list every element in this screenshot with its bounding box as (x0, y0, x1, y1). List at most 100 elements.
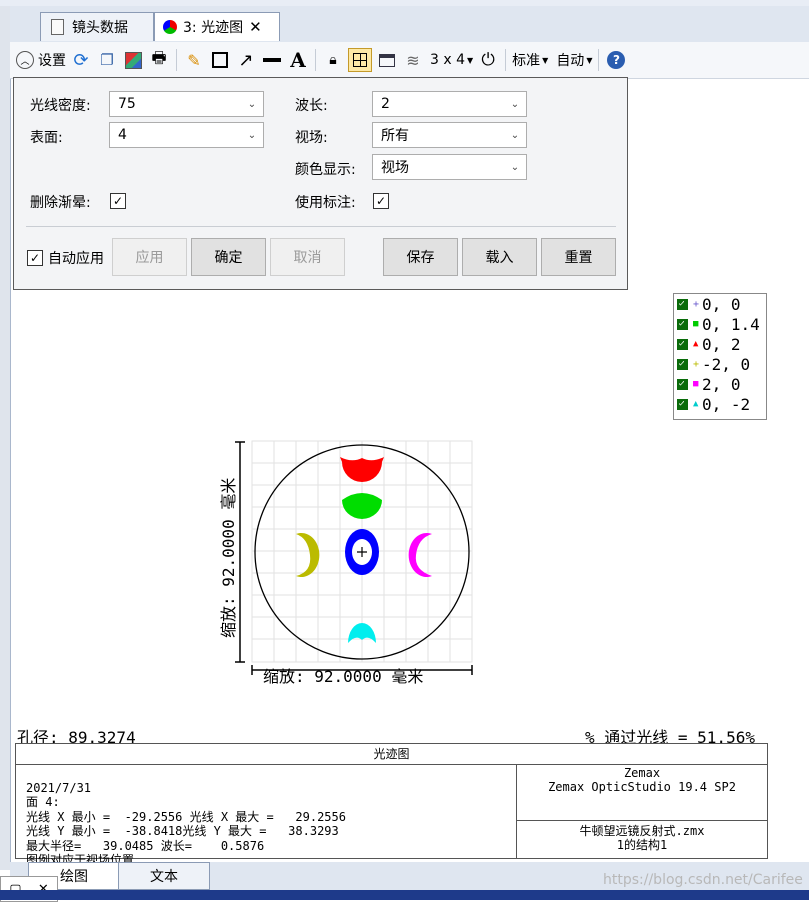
y-scale-label: 缩放: 92.0000 毫米 (219, 478, 238, 638)
cancel-button[interactable]: 取消 (270, 238, 345, 276)
color-display-select[interactable]: 视场 ⌄ (372, 154, 527, 180)
standard-label: 标准 (512, 53, 541, 69)
auto-label: 自动 (556, 53, 585, 69)
settings-panel: 光线密度: 75 ⌄ 表面: 4 ⌄ 波长: 2 ⌄ 视场: 所有 ⌄ 颜色显示: 视场… (13, 77, 628, 290)
help-icon[interactable]: ? (605, 47, 627, 73)
lock-icon[interactable]: 🔒︎ (322, 47, 344, 73)
load-button[interactable]: 载入 (462, 238, 537, 276)
legend-checkbox-icon (677, 318, 688, 330)
info-max-radius: 最大半径= 39.0485 波长= 0.5876 (26, 838, 265, 853)
wavelength-select[interactable]: 2 ⌄ (372, 91, 527, 117)
refresh-icon[interactable]: ⟳ (70, 47, 92, 73)
legend-checkbox-icon (677, 358, 688, 370)
legend-row: ▲ 0, -2 (674, 394, 766, 414)
standard-dropdown[interactable]: 标准 ▼ (512, 47, 548, 73)
field-select[interactable]: 所有 ⌄ (372, 122, 527, 148)
legend-marker-square-icon: ■ (693, 319, 699, 329)
reset-button[interactable]: 重置 (541, 238, 616, 276)
legend-marker-plus-icon: + (693, 298, 700, 310)
surface-select[interactable]: 4 ⌄ (109, 122, 264, 148)
settings-label: 设置 (38, 53, 66, 69)
use-annotation-label: 使用标注: (295, 195, 356, 211)
legend-row: ■ 2, 0 (674, 374, 766, 394)
info-surface: 面 4: (26, 795, 60, 809)
chevron-down-icon: ⌄ (510, 129, 520, 141)
auto-apply-checkbox[interactable]: ✓ (27, 250, 43, 266)
tab-lens-data-label: 镜头数据 (72, 20, 128, 36)
save-button[interactable]: 保存 (383, 238, 458, 276)
tab-text[interactable]: 文本 (118, 862, 210, 890)
delete-vignetting-checkbox[interactable]: ✓ (110, 193, 126, 209)
field-label: 视场: (295, 130, 328, 146)
info-product: Zemax OpticStudio 19.4 SP2 (548, 780, 736, 794)
ray-density-value: 75 (118, 96, 136, 112)
info-y-extent: 光线 Y 最小 = -38.8418光线 Y 最大 = 38.3293 (26, 824, 339, 838)
spot-field-6 (348, 623, 376, 643)
info-vendor: Zemax (623, 766, 661, 780)
text-icon[interactable]: A (287, 47, 309, 73)
spot-field-3 (340, 457, 384, 482)
legend-label: 0, 1.4 (702, 314, 760, 334)
layers-icon[interactable]: ≋ (402, 47, 424, 73)
legend-label: -2, 0 (702, 354, 751, 374)
chevron-down-icon: ⌄ (510, 98, 520, 110)
print-icon[interactable]: 🖶 (148, 47, 170, 73)
field-legend: +0, 0 ■ 0, 1.4 ▲ 0, 2 + -2, 0 ■ 2, 0 ▲ 0, -2 (673, 293, 767, 420)
legend-marker-plus-icon: + (693, 358, 700, 370)
legend-label: 0, 0 (702, 294, 741, 314)
spot-diagram-plot: 缩放: 92.0000 毫米 缩放: 92.0000 毫米 (219, 440, 473, 686)
caret-down-icon: ▼ (467, 55, 474, 65)
color-display-value: 视场 (381, 160, 409, 176)
chevron-down-icon: ⌄ (247, 129, 257, 141)
legend-row: + -2, 0 (674, 354, 766, 374)
delete-vignetting-label: 删除渐晕: (30, 195, 91, 211)
auto-dropdown[interactable]: 自动 ▼ (556, 47, 592, 73)
info-title: 光迹图 (373, 747, 410, 761)
document-tab-bar: 镜头数据 3: 光迹图 ✕ (10, 6, 809, 42)
power-icon[interactable]: ⏻ (477, 47, 499, 73)
tab-lens-data[interactable]: 镜头数据 (40, 12, 154, 41)
panel-divider (26, 226, 616, 227)
document-icon (51, 19, 64, 35)
settings-button[interactable]: ︿ 设置 (16, 47, 66, 73)
legend-checkbox-icon (677, 298, 688, 310)
info-box: 光迹图 2021/7/31 面 4: 光线 X 最小 = -29.2556 光线 X… (15, 743, 768, 867)
pencil-icon[interactable]: ✎ (183, 47, 205, 73)
spot-field-2 (342, 493, 382, 519)
caret-down-icon: ▼ (542, 55, 549, 65)
left-dock-strip (0, 6, 11, 870)
arrow-icon[interactable]: ↗ (235, 47, 257, 73)
copy-icon[interactable]: ❐ (96, 47, 118, 73)
auto-apply-label: 自动应用 (48, 251, 104, 267)
field-value: 所有 (381, 128, 409, 144)
legend-marker-square-icon: ■ (693, 379, 699, 389)
wavelength-value: 2 (381, 96, 390, 112)
grid-view-icon[interactable] (348, 48, 372, 72)
toolbar-separator (505, 49, 507, 71)
layout-dropdown[interactable]: 3 x 4 ▼ (430, 47, 473, 73)
layout-label: 3 x 4 (430, 52, 465, 68)
surface-label: 表面: (30, 130, 63, 146)
window-icon[interactable] (376, 47, 398, 73)
close-tab-icon[interactable]: ✕ (249, 18, 262, 36)
info-config: 1的结构1 (616, 838, 668, 852)
legend-marker-triangle-icon: ▲ (693, 399, 699, 409)
chevron-down-icon: ⌄ (510, 161, 520, 173)
apply-button[interactable]: 应用 (112, 238, 187, 276)
legend-label: 2, 0 (702, 374, 741, 394)
legend-marker-triangle-icon: ▲ (693, 339, 699, 349)
use-annotation-checkbox[interactable]: ✓ (373, 193, 389, 209)
toolbar-separator (598, 49, 600, 71)
rectangle-icon[interactable] (209, 47, 231, 73)
legend-checkbox-icon (677, 398, 688, 410)
spot-field-4 (296, 533, 320, 577)
ok-button[interactable]: 确定 (191, 238, 266, 276)
line-icon[interactable] (261, 47, 283, 73)
tab-spot-diagram[interactable]: 3: 光迹图 ✕ (154, 12, 280, 41)
save-image-icon[interactable] (122, 47, 144, 73)
info-divider (16, 764, 767, 765)
ray-density-select[interactable]: 75 ⌄ (109, 91, 264, 117)
analysis-toolbar: ︿ 设置 ⟳ ❐ 🖶 ✎ ↗ A 🔒︎ ≋ 3 x 4 ▼ ⏻ 标准 ▼ 自动 … (10, 42, 809, 79)
info-x-extent: 光线 X 最小 = -29.2556 光线 X 最大 = 29.2556 (26, 809, 346, 824)
legend-checkbox-icon (677, 338, 688, 350)
